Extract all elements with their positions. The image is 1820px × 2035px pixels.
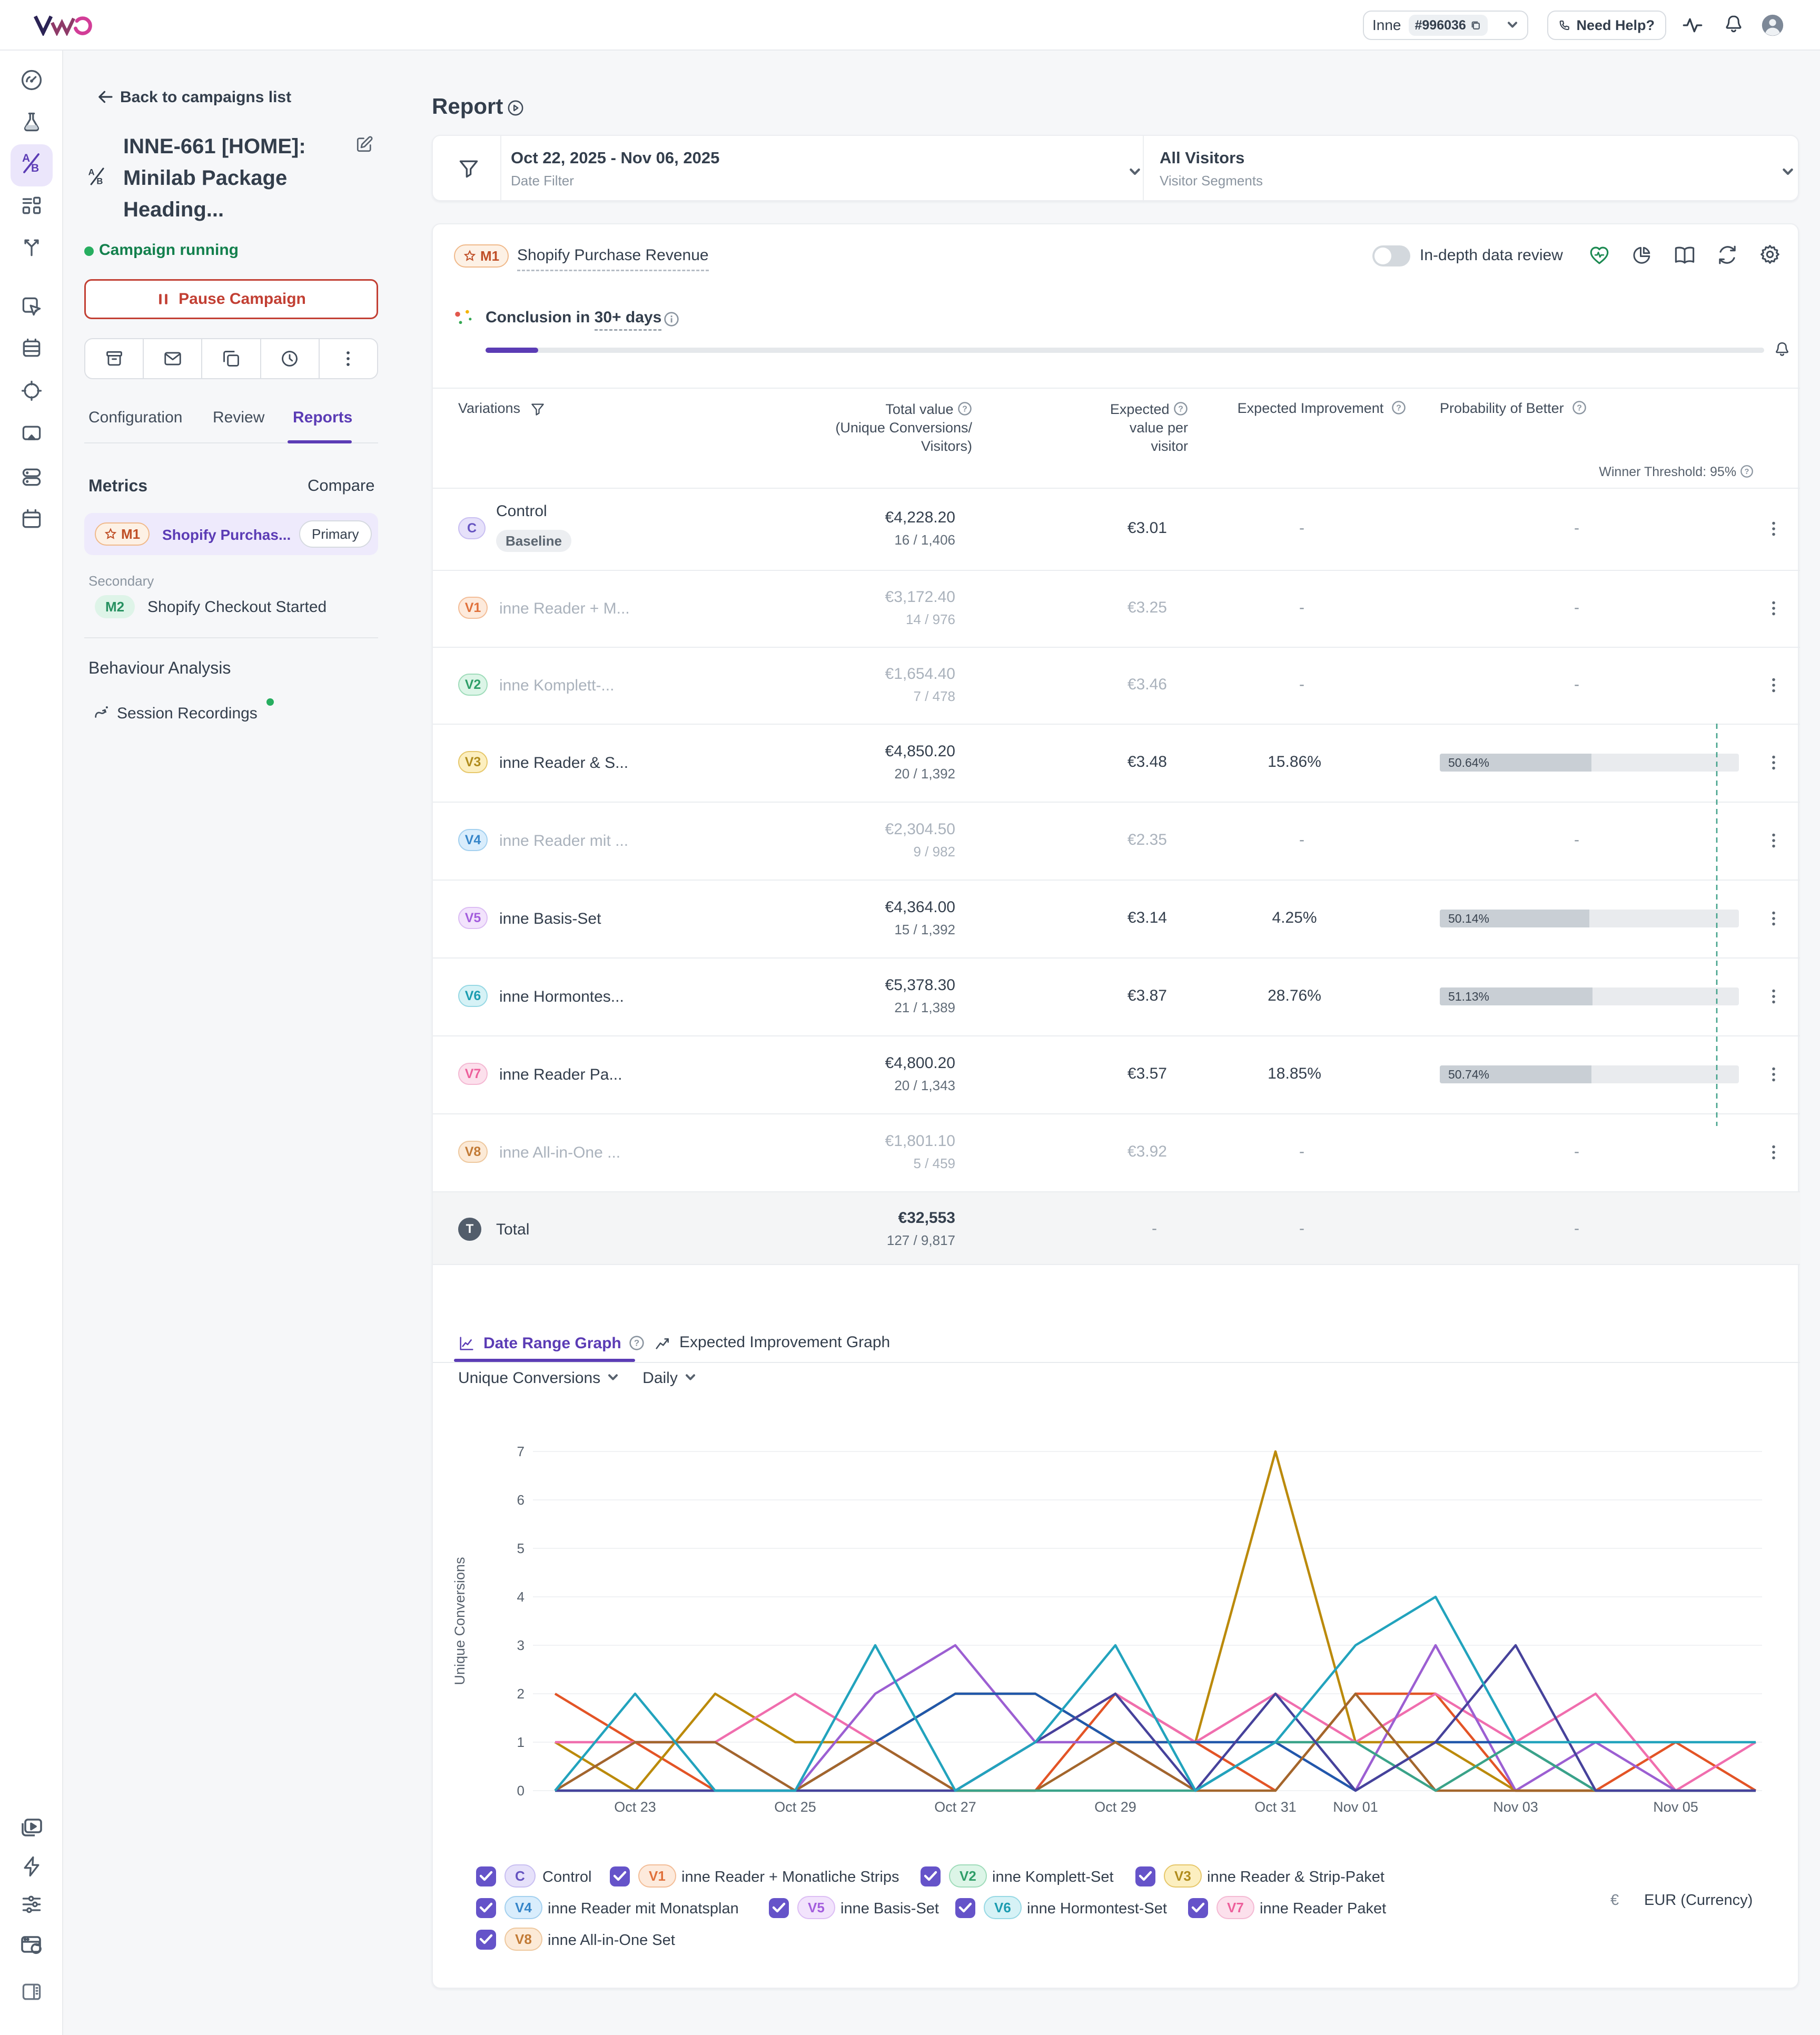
svg-text:B: B [31, 162, 39, 174]
svg-text:3: 3 [517, 1637, 525, 1653]
svg-text:5: 5 [517, 1540, 525, 1556]
svg-text:2: 2 [517, 1686, 525, 1702]
svg-text:Oct 31: Oct 31 [1254, 1799, 1297, 1815]
svg-text:4: 4 [517, 1589, 525, 1605]
svg-text:A: A [22, 152, 30, 164]
svg-text:7: 7 [517, 1444, 525, 1459]
svg-text:Nov 03: Nov 03 [1493, 1799, 1538, 1815]
svg-text:B: B [96, 176, 103, 186]
svg-text:?: ? [1178, 404, 1183, 413]
svg-text:Oct 27: Oct 27 [934, 1799, 976, 1815]
svg-text:?: ? [1577, 403, 1582, 412]
svg-text:6: 6 [517, 1492, 525, 1508]
svg-text:Nov 05: Nov 05 [1653, 1799, 1698, 1815]
svg-text:Oct 25: Oct 25 [774, 1799, 816, 1815]
svg-text:?: ? [634, 1338, 639, 1348]
svg-text:?: ? [1397, 403, 1402, 412]
svg-text:Oct 29: Oct 29 [1094, 1799, 1136, 1815]
svg-text:?: ? [1745, 468, 1749, 476]
svg-text:Unique Conversions: Unique Conversions [452, 1557, 468, 1685]
svg-text:1: 1 [517, 1734, 525, 1750]
svg-text:A: A [88, 167, 95, 177]
svg-text:0: 0 [517, 1783, 525, 1799]
svg-text:Nov 01: Nov 01 [1333, 1799, 1378, 1815]
svg-text:Oct 23: Oct 23 [614, 1799, 656, 1815]
